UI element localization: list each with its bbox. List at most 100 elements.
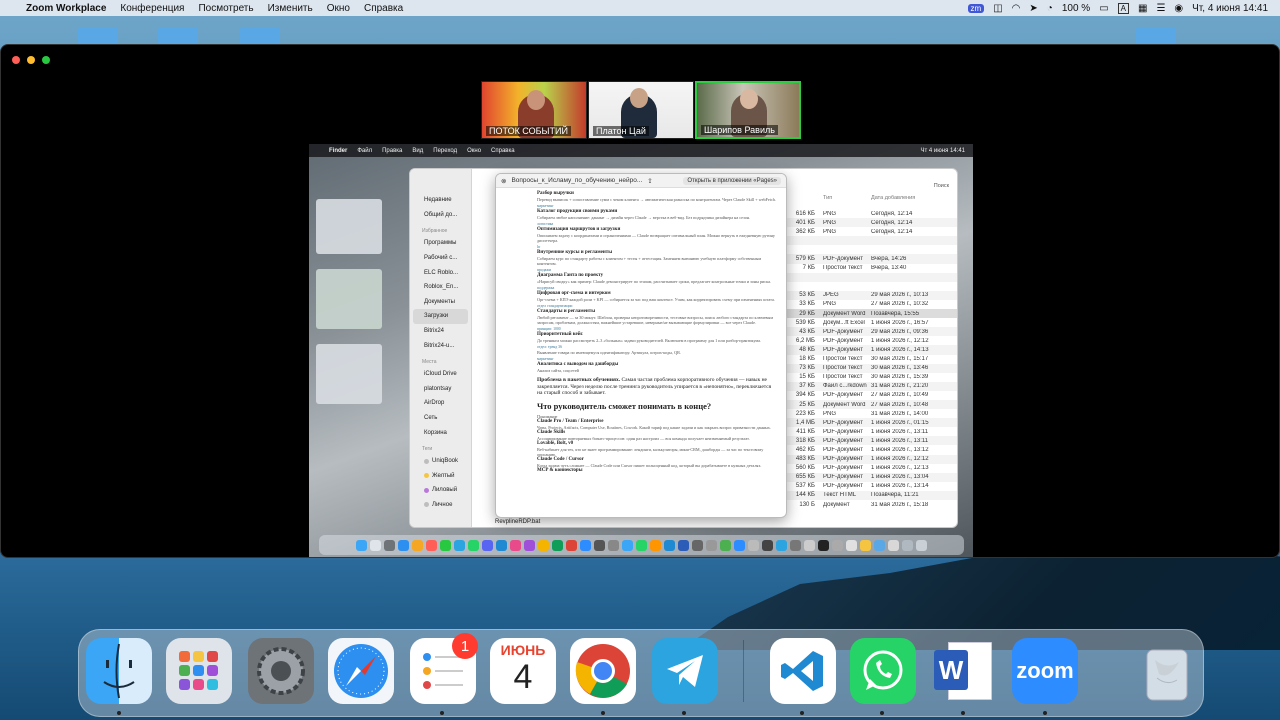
shared-menu-help: Справка bbox=[491, 147, 515, 154]
participant-name: ПОТОК СОБЫТИЙ bbox=[486, 126, 571, 136]
screen-share-icon[interactable]: ◫ bbox=[993, 3, 1002, 14]
siri-icon[interactable]: ◉ bbox=[1174, 3, 1183, 14]
finder-bottom-file: RevplineRDP.bat bbox=[495, 519, 541, 525]
file-type: Файл с...rkdown bbox=[823, 383, 867, 390]
sidebar-section-tags: Теги bbox=[422, 445, 433, 452]
file-type: PNG bbox=[823, 219, 837, 226]
dock-finder-icon[interactable] bbox=[86, 638, 152, 704]
trash-icon bbox=[1146, 649, 1188, 701]
menu-edit[interactable]: Изменить bbox=[268, 3, 313, 14]
keyboard-icon[interactable]: ▦ bbox=[1138, 3, 1147, 14]
file-row: 29 КБ Документ Word Позавчера, 15:55 bbox=[785, 309, 957, 319]
input-source-icon[interactable]: A bbox=[1117, 2, 1129, 14]
sidebar-item-recents: Недавние bbox=[424, 197, 452, 204]
document-text: Перевод выписок + сопоставление сумм с ч… bbox=[537, 197, 776, 202]
dock-zoom-icon[interactable]: zoom bbox=[1012, 638, 1078, 704]
calendar-day: 4 bbox=[513, 658, 533, 696]
desktop-folder-icon[interactable] bbox=[158, 27, 198, 44]
dock-trash-icon[interactable] bbox=[1134, 638, 1200, 704]
file-type: PDF-документ bbox=[823, 419, 863, 426]
file-row: 48 КБ PDF-документ 1 июня 2026 г., 14:13 bbox=[785, 345, 957, 355]
open-in-pages-button: Открыть в приложении «Pages» bbox=[683, 176, 781, 185]
file-row: 483 КБ PDF-документ 1 июня 2026 г., 12:12 bbox=[785, 454, 957, 464]
dock-app-icon bbox=[804, 539, 815, 551]
close-icon[interactable] bbox=[12, 56, 20, 64]
battery-icon[interactable]: ▭ bbox=[1099, 3, 1108, 14]
window-thumbnail bbox=[316, 199, 382, 254]
participant-name: Платон Цай bbox=[593, 126, 649, 136]
file-date-added: 31 мая 2026 г., 14:00 bbox=[871, 410, 929, 417]
shared-dock bbox=[319, 535, 964, 555]
dock-whatsapp-icon[interactable] bbox=[850, 638, 916, 704]
file-row: 362 КБ PNG Сегодня, 12:14 bbox=[785, 227, 957, 236]
headphones-icon[interactable]: ◠ bbox=[1012, 3, 1021, 14]
sidebar-item-icloud: iCloud Drive bbox=[424, 371, 457, 378]
finder-face-icon bbox=[103, 643, 135, 699]
sidebar-tag: UniqBook bbox=[410, 454, 471, 469]
desktop-folder-icon[interactable] bbox=[1136, 27, 1176, 44]
shared-menu-app: Finder bbox=[329, 147, 348, 154]
menu-conference[interactable]: Конференция bbox=[120, 3, 184, 14]
document-sections: Claude Pro / Team / Enterprise Чаты, Proj… bbox=[537, 419, 776, 474]
dock-calendar-icon[interactable]: ИЮНЬ 4 bbox=[490, 638, 556, 704]
wifi-icon[interactable]: ◔ bbox=[1047, 3, 1053, 14]
menu-app-name[interactable]: Zoom Workplace bbox=[26, 3, 106, 14]
dock-telegram-icon[interactable] bbox=[652, 638, 718, 704]
fullscreen-icon[interactable] bbox=[42, 56, 50, 64]
menu-help[interactable]: Справка bbox=[364, 3, 403, 14]
file-size: 33 КБ bbox=[799, 301, 815, 308]
file-type: Простой текст bbox=[823, 356, 863, 363]
chrome-icon bbox=[575, 644, 630, 698]
file-size: 616 КБ bbox=[795, 210, 815, 217]
running-indicator bbox=[800, 711, 804, 715]
file-size: 483 КБ bbox=[795, 456, 815, 463]
shared-screen[interactable]: Finder Файл Правка Вид Переход Окно Спра… bbox=[309, 144, 973, 557]
running-indicator bbox=[601, 711, 605, 715]
file-date-added: 1 июня 2026 г., 14:13 bbox=[871, 346, 929, 353]
location-icon[interactable]: ➤ bbox=[1029, 3, 1037, 14]
dock-word-icon[interactable]: W bbox=[930, 638, 996, 704]
menu-view[interactable]: Посмотреть bbox=[198, 3, 253, 14]
tag-color-icon bbox=[424, 458, 429, 464]
zoom-status-icon[interactable]: zm bbox=[967, 3, 985, 13]
file-type: JPEG bbox=[823, 292, 839, 299]
file-row: 7 КБ Простой текст Вчера, 13:40 bbox=[785, 264, 957, 273]
document-text: Любой регламент — за 30 минут. Шаблон, п… bbox=[537, 315, 773, 325]
file-date-added: 27 мая 2026 г., 10:32 bbox=[871, 301, 929, 308]
file-type: PNG bbox=[823, 410, 837, 417]
document-text: Когда задача чуть сложнее — Claude Code … bbox=[537, 462, 762, 468]
dock-safari-icon[interactable] bbox=[328, 638, 394, 704]
dock-settings-icon[interactable] bbox=[248, 638, 314, 704]
desktop-folder-icon[interactable] bbox=[78, 27, 118, 44]
dock-app-icon bbox=[678, 539, 689, 551]
gear-icon bbox=[257, 647, 305, 695]
dock-app-icon bbox=[356, 539, 367, 551]
document-text: Выявление товара по имеющемуся идентифик… bbox=[537, 350, 681, 355]
running-indicator bbox=[880, 711, 884, 715]
menu-window[interactable]: Окно bbox=[327, 3, 350, 14]
file-size: 6,2 МБ bbox=[796, 337, 815, 344]
window-thumbnail bbox=[316, 269, 382, 329]
participant-tile[interactable]: Платон Цай bbox=[588, 81, 694, 139]
desktop-folder-icon[interactable] bbox=[240, 27, 280, 44]
menubar-status-area: zm ◫ ◠ ➤ ◔ 100 % ▭ A ▦ ☰ ◉ Чт, 4 июня 14… bbox=[967, 2, 1280, 14]
dock-launchpad-icon[interactable] bbox=[166, 638, 232, 704]
menubar-clock[interactable]: Чт, 4 июня 14:41 bbox=[1192, 3, 1268, 14]
minimize-icon[interactable] bbox=[27, 56, 35, 64]
dock-app-icon bbox=[468, 539, 479, 551]
participant-tile-active-speaker[interactable]: Шарипов Равиль bbox=[695, 81, 801, 139]
running-indicator bbox=[961, 711, 965, 715]
dock-app-icon bbox=[636, 539, 647, 551]
dock-chrome-icon[interactable] bbox=[570, 638, 636, 704]
file-size: 394 КБ bbox=[795, 392, 815, 399]
sidebar-tag: Лиловый bbox=[410, 483, 471, 498]
sidebar-item-folder: Roblox_En... bbox=[424, 284, 459, 291]
dock-vscode-icon[interactable] bbox=[770, 638, 836, 704]
participant-tile[interactable]: ПОТОК СОБЫТИЙ bbox=[481, 81, 587, 139]
document-text: Описываем задачу с координатами и ограни… bbox=[537, 233, 775, 243]
file-type: PDF-документ bbox=[823, 446, 863, 453]
file-size: 29 КБ bbox=[799, 310, 815, 317]
control-center-icon[interactable]: ☰ bbox=[1156, 3, 1165, 14]
file-size: 318 КБ bbox=[795, 437, 815, 444]
file-row: 6,2 МБ PDF-документ 1 июня 2026 г., 12:12 bbox=[785, 336, 957, 345]
